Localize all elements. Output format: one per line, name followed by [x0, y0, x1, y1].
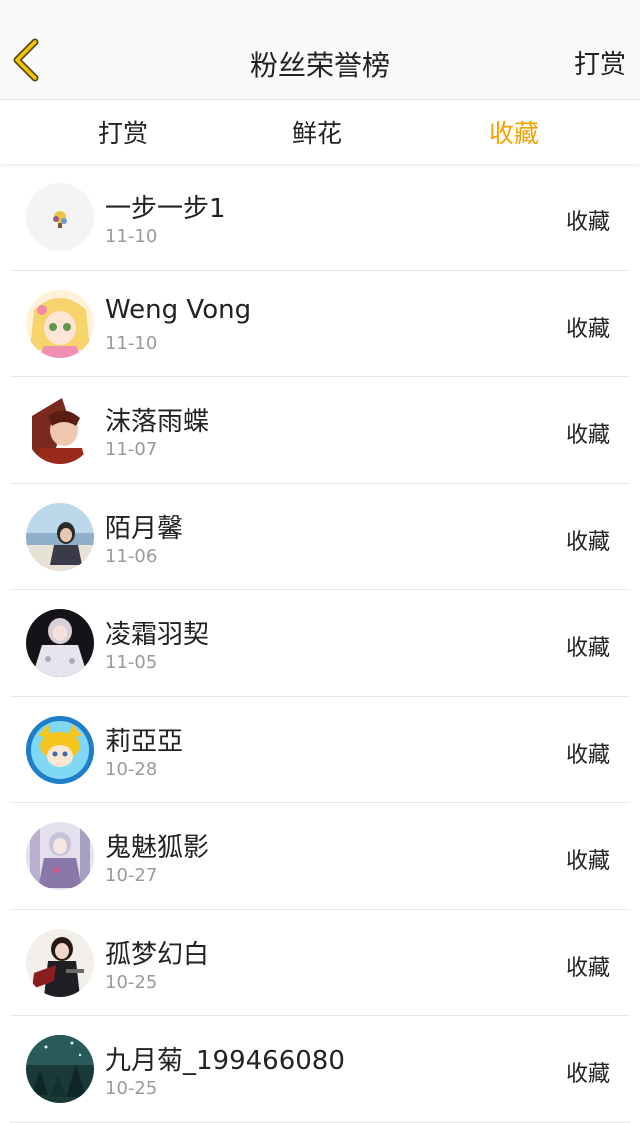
tab-favorites[interactable]: 收藏 [388, 100, 640, 164]
list-item[interactable]: 陌月馨 11-06 收藏 [10, 484, 630, 590]
tab-reward[interactable]: 打赏 [0, 100, 246, 164]
back-button[interactable] [6, 38, 46, 86]
user-name: 鬼魅狐影 [105, 833, 210, 863]
reward-button[interactable]: 打赏 [574, 44, 626, 81]
avatar [26, 183, 94, 251]
avatar [26, 928, 94, 997]
user-name: 沫落雨蝶 [105, 407, 210, 437]
date-label: 10-25 [105, 971, 158, 993]
action-type: 收藏 [565, 636, 610, 661]
fan-list: 一步一步1 11-10 收藏 Weng Vong 11-10 收藏 沫落雨蝶 1… [0, 164, 640, 1123]
date-label: 11-05 [105, 652, 158, 673]
user-name: 陌月馨 [105, 513, 184, 544]
action-type: 收藏 [565, 316, 610, 342]
date-label: 11-06 [105, 545, 158, 567]
list-item[interactable]: 九月菊_199466080 10-25 收藏 [10, 1016, 630, 1123]
date-label: 11-10 [105, 332, 158, 354]
list-item[interactable]: 凌霜羽契 11-05 收藏 [10, 590, 630, 697]
avatar [26, 715, 94, 784]
list-item[interactable]: Weng Vong 11-10 收藏 [10, 271, 630, 377]
list-item[interactable]: 鬼魅狐影 10-27 收藏 [10, 803, 630, 910]
avatar [26, 1035, 94, 1103]
avatar [26, 502, 94, 571]
action-type: 收藏 [565, 742, 610, 768]
date-label: 10-28 [105, 758, 158, 780]
avatar [26, 609, 94, 677]
action-type: 收藏 [565, 1062, 610, 1087]
tab-bar: 打赏 鲜花 收藏 [0, 100, 640, 164]
date-label: 10-25 [105, 1078, 158, 1099]
tab-flowers[interactable]: 鲜花 [246, 100, 388, 164]
avatar [26, 289, 94, 358]
list-item[interactable]: 一步一步1 11-10 收藏 [10, 164, 630, 271]
action-type: 收藏 [565, 423, 610, 448]
navigation-bar: 粉丝荣誉榜 打赏 [0, 0, 640, 100]
user-name: 凌霜羽契 [105, 620, 210, 650]
action-type: 收藏 [565, 849, 610, 874]
user-name: 九月菊_199466080 [105, 1046, 345, 1076]
avatar [26, 396, 94, 464]
action-type: 收藏 [565, 210, 610, 235]
date-label: 11-10 [105, 226, 158, 247]
user-name: Weng Vong [105, 294, 252, 325]
list-item[interactable]: 莉亞亞 10-28 收藏 [10, 697, 630, 803]
user-name: 一步一步1 [105, 194, 226, 224]
avatar [26, 822, 94, 890]
user-name: 莉亞亞 [105, 726, 184, 757]
action-type: 收藏 [565, 955, 610, 981]
date-label: 10-27 [105, 865, 158, 886]
user-name: 孤梦幻白 [105, 939, 210, 970]
list-item[interactable]: 沫落雨蝶 11-07 收藏 [10, 377, 630, 484]
chevron-left-icon [11, 38, 41, 86]
date-label: 11-07 [105, 439, 158, 460]
action-type: 收藏 [565, 529, 610, 555]
page-title: 粉丝荣誉榜 [249, 49, 390, 82]
list-item[interactable]: 孤梦幻白 10-25 收藏 [10, 910, 630, 1016]
